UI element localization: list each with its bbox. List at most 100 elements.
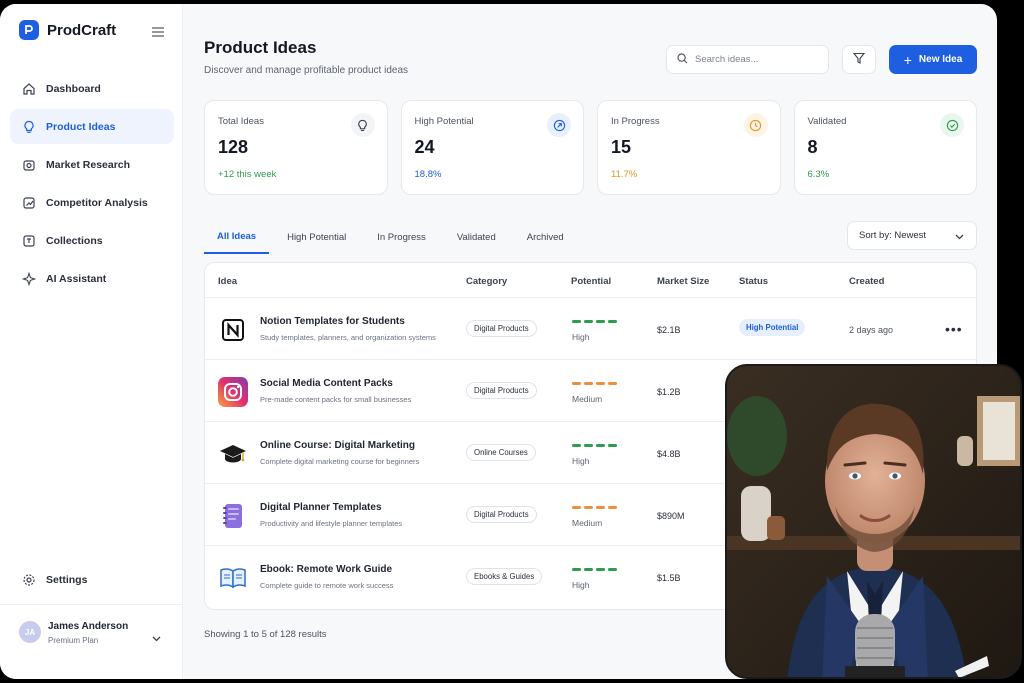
potential-meter (572, 506, 617, 509)
plus-icon: + (903, 51, 912, 68)
search-box[interactable] (666, 45, 829, 74)
stat-value: 15 (611, 137, 632, 157)
planner-icon (218, 501, 248, 531)
tab-archived[interactable]: Archived (514, 220, 577, 254)
stat-value: 24 (414, 137, 435, 157)
stat-change: +12 this week (218, 169, 277, 180)
new-idea-button[interactable]: + New Idea (889, 45, 977, 74)
brand[interactable]: ProdCraft (19, 20, 116, 40)
sidebar-item-label: Competitor Analysis (46, 196, 148, 209)
stat-label: In Progress (611, 116, 660, 127)
tab-high-potential[interactable]: High Potential (274, 220, 359, 254)
lightbulb-icon (350, 113, 375, 137)
filter-button[interactable] (842, 45, 876, 74)
category-badge: Digital Products (466, 382, 537, 399)
search-icon (677, 51, 688, 69)
column-header-potential[interactable]: Potential (571, 276, 611, 287)
idea-description: Pre-made content packs for small busines… (260, 395, 412, 404)
idea-name[interactable]: Digital Planner Templates (260, 502, 382, 513)
presenter-video-icon (727, 366, 1020, 677)
sidebar-nav: Dashboard Product Ideas Market Research … (10, 71, 174, 299)
potential-meter (572, 444, 617, 447)
sidebar-item-collections[interactable]: Collections (10, 223, 174, 258)
column-header-category[interactable]: Category (466, 276, 507, 287)
avatar: JA (19, 621, 41, 643)
idea-name[interactable]: Notion Templates for Students (260, 316, 405, 327)
menu-collapse-icon[interactable] (152, 24, 166, 37)
sidebar: ProdCraft Dashboard Product Ideas Market… (0, 4, 183, 679)
idea-name[interactable]: Ebook: Remote Work Guide (260, 564, 392, 575)
idea-name[interactable]: Online Course: Digital Marketing (260, 440, 415, 451)
category-badge: Digital Products (466, 506, 537, 523)
sidebar-item-label: Market Research (46, 158, 131, 171)
potential-meter (572, 568, 617, 571)
collection-icon (22, 234, 36, 248)
category-badge: Digital Products (466, 320, 537, 337)
stat-card-total[interactable]: Total Ideas 128 +12 this week (204, 100, 388, 195)
home-icon (22, 82, 36, 96)
sort-dropdown[interactable]: Sort by: Newest (847, 221, 977, 250)
stats-row: Total Ideas 128 +12 this week High Poten… (204, 100, 977, 195)
sidebar-item-label: Settings (46, 573, 88, 586)
tab-all-ideas[interactable]: All Ideas (204, 220, 270, 254)
sidebar-item-market-research[interactable]: Market Research (10, 147, 174, 182)
notion-icon (218, 315, 248, 345)
stat-card-validated[interactable]: Validated 8 6.3% (793, 100, 977, 195)
pagination-info: Showing 1 to 5 of 128 results (204, 629, 327, 640)
idea-description: Study templates, planners, and organizat… (260, 333, 436, 342)
idea-description: Complete digital marketing course for be… (260, 457, 420, 466)
idea-description: Complete guide to remote work success (260, 581, 394, 590)
brand-name: ProdCraft (47, 21, 117, 39)
table-row[interactable]: Notion Templates for Students Study temp… (205, 298, 976, 360)
sidebar-item-competitor-analysis[interactable]: Competitor Analysis (10, 185, 174, 220)
stat-percent: 18.8% (414, 169, 442, 180)
stat-card-in-progress[interactable]: In Progress 15 11.7% (597, 100, 781, 195)
stat-percent: 11.7% (611, 169, 638, 180)
sidebar-item-label: AI Assistant (46, 272, 107, 285)
lightbulb-icon (22, 120, 36, 134)
column-header-market-size[interactable]: Market Size (657, 276, 709, 287)
sidebar-item-label: Dashboard (46, 82, 101, 95)
potential-label: Medium (572, 518, 603, 528)
filter-tabs: All Ideas High Potential In Progress Val… (204, 220, 582, 254)
brand-logo-icon (19, 20, 39, 40)
potential-label: Medium (572, 394, 603, 404)
column-header-created[interactable]: Created (849, 276, 884, 287)
sort-label: Sort by: Newest (859, 230, 927, 241)
status-badge: High Potential (739, 319, 806, 336)
graduation-cap-icon (218, 439, 248, 469)
tab-validated[interactable]: Validated (444, 220, 509, 254)
sidebar-item-label: Product Ideas (46, 120, 116, 133)
stat-label: Validated (807, 116, 847, 127)
arrow-up-right-icon (547, 113, 571, 137)
check-circle-icon (940, 113, 964, 137)
stat-label: Total Ideas (218, 116, 264, 127)
sidebar-item-product-ideas[interactable]: Product Ideas (10, 109, 174, 144)
sidebar-item-settings[interactable]: Settings (10, 562, 174, 597)
column-header-idea[interactable]: Idea (218, 276, 237, 287)
more-options-icon[interactable]: ••• (945, 321, 963, 337)
potential-label: High (572, 456, 590, 466)
market-size: $1.5B (657, 573, 681, 583)
tab-in-progress[interactable]: In Progress (364, 220, 439, 254)
filter-icon (852, 51, 866, 69)
idea-name[interactable]: Social Media Content Packs (260, 378, 393, 389)
column-header-status[interactable]: Status (739, 276, 768, 287)
sidebar-settings: Settings (10, 562, 174, 600)
search-input[interactable] (695, 54, 815, 65)
sidebar-item-dashboard[interactable]: Dashboard (10, 71, 174, 106)
idea-description: Productivity and lifestyle planner templ… (260, 519, 403, 528)
stat-value: 8 (807, 137, 818, 157)
potential-label: High (572, 580, 590, 590)
market-size: $890M (657, 511, 685, 521)
sidebar-item-ai-assistant[interactable]: AI Assistant (10, 261, 174, 296)
created-date: 2 days ago (849, 325, 894, 335)
market-size: $1.2B (657, 387, 681, 397)
sparkle-icon (22, 271, 36, 286)
stat-card-high-potential[interactable]: High Potential 24 18.8% (400, 100, 584, 195)
category-badge: Ebooks & Guides (466, 568, 543, 585)
user-profile[interactable]: JA James Anderson Premium Plan (0, 604, 183, 679)
table-header: Idea Category Potential Market Size Stat… (205, 263, 976, 298)
gear-icon (22, 573, 36, 587)
chevron-down-icon[interactable] (152, 629, 161, 647)
